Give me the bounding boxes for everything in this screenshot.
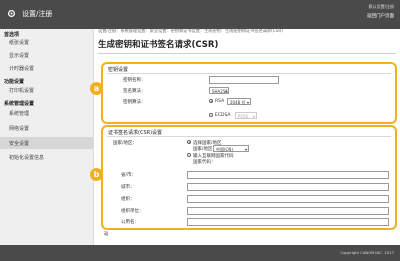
organization-label: 组织：: [121, 197, 135, 202]
city-label: 城市：: [121, 185, 135, 190]
country-select[interactable]: 中国(CN): [213, 145, 249, 153]
sidebar-item-network[interactable]: 网络设置: [9, 125, 29, 132]
rsa-radio[interactable]: [209, 99, 213, 103]
enter-code-radio[interactable]: [187, 153, 191, 157]
footer: Copyright CANON INC. 2017: [0, 245, 400, 261]
breadcrumb: 设置/注册：系统管理设置：安全设置：密钥和证书设置：生成密钥：生成密钥和证书签名…: [98, 28, 283, 33]
common-name-input[interactable]: [187, 218, 389, 226]
gear-icon: [7, 9, 16, 18]
csr-settings-section: 证书签名请求(CSR)设置 国家/地区： 选择国家/地区 国家/地区： 中国(C…: [101, 125, 397, 230]
sidebar-item-printer[interactable]: 打印机设置: [9, 87, 34, 94]
sidebar-group-function: 功能设置: [4, 79, 25, 85]
sidebar-item-system-management[interactable]: 系统管理: [9, 110, 29, 117]
section-title: 密钥设置: [108, 67, 129, 73]
organization-input[interactable]: [187, 195, 389, 203]
country-code-label: 国家代码：: [193, 160, 216, 165]
country-label: 国家/地区：: [113, 141, 138, 146]
app-title: 设置/注册: [22, 10, 53, 18]
common-name-label: 公用名：: [121, 220, 139, 225]
sidebar-item-paper[interactable]: 纸张设置: [9, 39, 29, 46]
select-country-radio[interactable]: [187, 140, 191, 144]
organization-unit-input[interactable]: [187, 207, 389, 215]
city-input[interactable]: [187, 183, 389, 191]
sidebar-item-security[interactable]: 安全设置: [0, 137, 93, 149]
default-settings-label: 默认设置/注册: [368, 4, 394, 9]
copyright: Copyright CANON INC. 2017: [340, 250, 394, 255]
note-text: 返: [104, 232, 109, 237]
page-title: 生成密钥和证书签名请求(CSR): [98, 40, 219, 50]
sidebar: 首选项 纸张设置 显示设置 计时器设置 功能设置 打印机设置 系统管理设置 系统…: [0, 29, 94, 261]
section-title: 证书签名请求(CSR)设置: [108, 130, 163, 136]
signature-algorithm-select[interactable]: SHA256: [209, 87, 229, 95]
province-input[interactable]: [187, 171, 389, 179]
sidebar-item-display[interactable]: 显示设置: [9, 52, 29, 59]
ecdsa-radio[interactable]: [209, 113, 213, 117]
signature-algorithm-label: 签名算法：: [123, 89, 146, 94]
sidebar-item-label: 安全设置: [9, 141, 30, 147]
rsa-label: RSA: [215, 99, 225, 104]
sidebar-item-timer[interactable]: 计时器设置: [9, 65, 34, 72]
sidebar-group-system: 系统管理设置: [4, 101, 35, 107]
key-name-input[interactable]: [209, 76, 279, 84]
province-label: 省/市：: [121, 173, 137, 178]
sidebar-item-initialize[interactable]: 初始化设置信息: [9, 154, 44, 161]
divider: [107, 136, 391, 137]
ecdsa-label: ECDSA: [215, 113, 231, 118]
divider: [107, 73, 391, 74]
key-algorithm-label: 密钥算法：: [123, 100, 146, 105]
ecdsa-curve-select[interactable]: P256: [235, 112, 257, 120]
key-settings-section: 密钥设置 密钥名称： 签名算法： SHA256 密钥算法： RSA 2048 位…: [101, 62, 397, 124]
key-name-label: 密钥名称：: [123, 78, 146, 83]
callout-a: a: [90, 82, 103, 95]
callout-b: b: [90, 168, 103, 181]
rsa-bits-select[interactable]: 2048 位: [227, 98, 251, 106]
sidebar-group-preferences: 首选项: [4, 32, 20, 38]
divider: [98, 53, 396, 54]
portal-link[interactable]: 返回门户页面: [367, 13, 394, 19]
organization-unit-label: 组织单位：: [121, 209, 144, 214]
top-bar: 设置/注册 默认设置/注册 返回门户页面: [0, 0, 400, 29]
